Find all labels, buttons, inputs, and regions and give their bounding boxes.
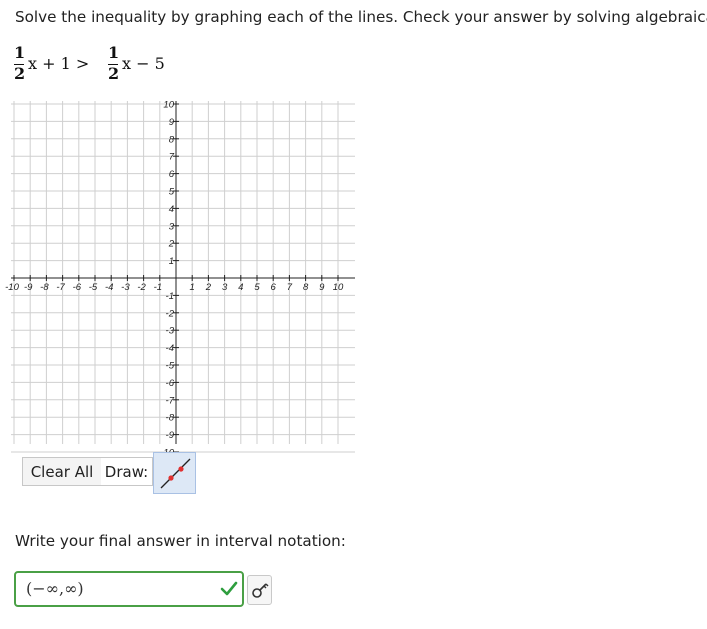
y-tick-label: -4 (166, 343, 174, 354)
y-tick-label: -1 (166, 291, 174, 302)
x-tick-label: -2 (137, 282, 146, 293)
check-icon (220, 581, 238, 596)
x-tick-label: 10 (333, 282, 344, 293)
x-tick-label: 7 (287, 282, 293, 293)
answer-prompt: Write your final answer in interval nota… (15, 532, 346, 550)
x-tick-label: 5 (254, 282, 260, 293)
y-tick-label: 1 (169, 256, 174, 267)
y-tick-label: 4 (169, 204, 174, 215)
y-tick-label: 3 (169, 221, 175, 232)
draw-label: Draw: (101, 457, 153, 486)
x-tick-label: 2 (205, 282, 212, 293)
x-tick-label: -9 (24, 282, 33, 293)
x-tick-label: 9 (319, 282, 325, 293)
y-tick-label: -5 (166, 361, 175, 372)
x-tick-label: -1 (154, 282, 162, 293)
x-tick-label: -4 (105, 282, 113, 293)
y-tick-labels: 10987654321-1-2-3-4-5-6-7-8-9-10 (160, 100, 174, 459)
y-tick-label: -3 (166, 326, 175, 337)
x-tick-label: -7 (56, 282, 65, 293)
y-tick-label: 10 (163, 100, 174, 111)
x-tick-label: -8 (40, 282, 49, 293)
x-tick-labels: -10 -9 -8 -7 -6 -5 -4 -3 -2 -1 1 2 3 4 5 6 7 8 9 10 (5, 282, 344, 293)
x-tick-label: 1 (190, 282, 195, 293)
x-tick-label: -10 (5, 282, 19, 293)
y-tick-label: -2 (166, 308, 175, 319)
clear-all-button[interactable]: Clear All (22, 457, 102, 486)
y-tick-label: 2 (168, 239, 175, 250)
answer-value: (−∞,∞) (26, 579, 84, 598)
line-tool-button[interactable] (153, 452, 196, 494)
y-tick-label: -9 (166, 430, 175, 441)
y-tick-label: -7 (166, 395, 175, 406)
x-tick-label: 8 (303, 282, 309, 293)
x-tick-label: -6 (73, 282, 82, 293)
y-tick-label: -8 (166, 413, 175, 424)
key-icon (252, 583, 269, 598)
y-tick-label: -6 (166, 378, 175, 389)
x-tick-label: 3 (222, 282, 228, 293)
x-tick-label: -5 (89, 282, 98, 293)
x-tick-label: 6 (271, 282, 277, 293)
x-tick-label: -3 (121, 282, 130, 293)
x-tick-label: 4 (238, 282, 243, 293)
answer-key-button[interactable] (247, 575, 272, 605)
y-tick-label: 5 (169, 187, 175, 198)
answer-input[interactable]: (−∞,∞) (14, 571, 244, 607)
y-tick-label: 7 (169, 152, 175, 163)
y-tick-label: 8 (169, 134, 175, 145)
y-tick-label: 6 (169, 169, 175, 180)
line-segment-icon (160, 458, 191, 489)
y-tick-label: 9 (169, 117, 175, 128)
